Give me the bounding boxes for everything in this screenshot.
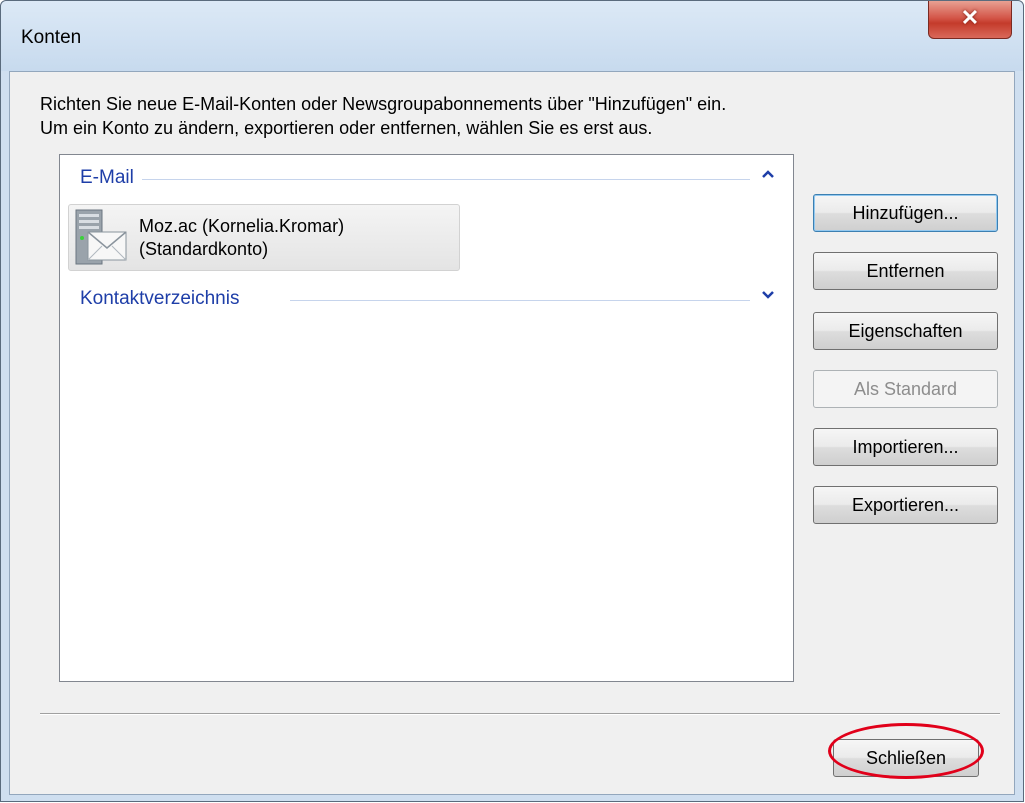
instruction-line-2: Um ein Konto zu ändern, exportieren oder…	[40, 118, 653, 138]
instruction-line-1: Richten Sie neue E-Mail-Konten oder News…	[40, 94, 727, 114]
properties-button[interactable]: Eigenschaften	[813, 312, 998, 350]
account-subtitle: (Standardkonto)	[139, 239, 269, 259]
group-header-directory[interactable]: Kontaktverzeichnis	[80, 288, 780, 312]
group-header-email[interactable]: E-Mail	[80, 167, 780, 191]
window-title: Konten	[21, 27, 82, 48]
close-icon: ✕	[960, 5, 980, 30]
group-divider	[140, 179, 750, 180]
accounts-list[interactable]: E-Mail Moz.ac (Kornelia.Kromar) (Standar…	[59, 154, 794, 682]
account-item[interactable]: Moz.ac (Kornelia.Kromar) (Standardkonto)	[68, 204, 460, 271]
group-label-directory: Kontaktverzeichnis	[80, 288, 248, 310]
close-button[interactable]: Schließen	[833, 739, 979, 777]
separator	[40, 713, 1000, 714]
accounts-dialog: Konten ✕ Richten Sie neue E-Mail-Konten …	[0, 0, 1024, 802]
chevron-down-icon[interactable]	[758, 288, 778, 308]
add-button[interactable]: Hinzufügen...	[813, 194, 998, 232]
export-button[interactable]: Exportieren...	[813, 486, 998, 524]
group-label-email: E-Mail	[80, 167, 142, 189]
account-name: Moz.ac (Kornelia.Kromar)	[139, 216, 345, 236]
dialog-client-area: Richten Sie neue E-Mail-Konten oder News…	[9, 71, 1015, 795]
import-button[interactable]: Importieren...	[813, 428, 998, 466]
set-default-button: Als Standard	[813, 370, 998, 408]
remove-button[interactable]: Entfernen	[813, 252, 998, 290]
title-bar: Konten ✕	[1, 1, 1023, 71]
window-close-button[interactable]: ✕	[928, 1, 1012, 39]
group-divider	[290, 300, 750, 301]
chevron-up-icon[interactable]	[758, 167, 778, 187]
mail-server-icon	[74, 208, 132, 268]
